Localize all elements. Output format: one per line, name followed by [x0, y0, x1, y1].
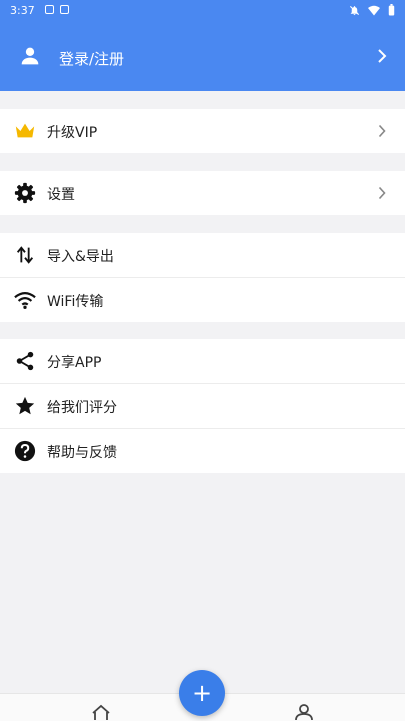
share-label: 分享APP — [47, 355, 102, 371]
chevron-right-icon — [378, 124, 386, 138]
settings-label: 设置 — [47, 187, 75, 203]
menu-item-vip[interactable]: 升级VIP — [0, 109, 405, 153]
add-button[interactable]: + — [179, 670, 225, 716]
wifi-label: WiFi传输 — [47, 294, 104, 310]
login-header[interactable]: 登录/注册 — [0, 22, 405, 91]
battery-icon — [388, 4, 395, 16]
gear-icon — [14, 182, 36, 204]
login-register-label: 登录/注册 — [59, 50, 125, 68]
menu-item-import-export[interactable]: 导入&导出 — [0, 233, 405, 277]
help-circle-icon — [14, 440, 36, 462]
chevron-right-icon — [378, 49, 387, 63]
person-icon[interactable] — [294, 703, 314, 720]
bell-off-icon — [349, 5, 360, 15]
menu-item-share[interactable]: 分享APP — [0, 339, 405, 383]
settings-section: 设置 — [0, 171, 405, 215]
home-icon[interactable] — [91, 704, 111, 720]
menu-item-settings[interactable]: 设置 — [0, 171, 405, 215]
status-bar: 3:37 — [0, 0, 405, 22]
vip-section: 升级VIP — [0, 109, 405, 153]
import-export-label: 导入&导出 — [47, 249, 114, 265]
menu-item-wifi[interactable]: WiFi传输 — [0, 277, 405, 322]
star-icon — [15, 396, 35, 415]
menu-item-rate[interactable]: 给我们评分 — [0, 383, 405, 428]
data-section: 导入&导出 WiFi传输 — [0, 233, 405, 322]
help-label: 帮助与反馈 — [47, 445, 117, 461]
system-icons — [349, 4, 395, 16]
swap-vertical-icon — [16, 246, 34, 264]
app-notification-icon — [60, 5, 69, 14]
rate-label: 给我们评分 — [47, 400, 117, 416]
wifi-signal-icon — [368, 5, 380, 15]
status-time: 3:37 — [10, 4, 35, 17]
user-icon — [21, 47, 39, 65]
notification-icons — [45, 5, 69, 14]
social-section: 分享APP 给我们评分 帮助与反馈 — [0, 339, 405, 473]
chevron-right-icon — [378, 186, 386, 200]
menu-item-help[interactable]: 帮助与反馈 — [0, 428, 405, 473]
vip-label: 升级VIP — [47, 125, 98, 141]
wifi-icon — [14, 292, 36, 309]
share-icon — [16, 351, 34, 371]
image-notification-icon — [45, 5, 54, 14]
crown-icon — [15, 123, 35, 138]
